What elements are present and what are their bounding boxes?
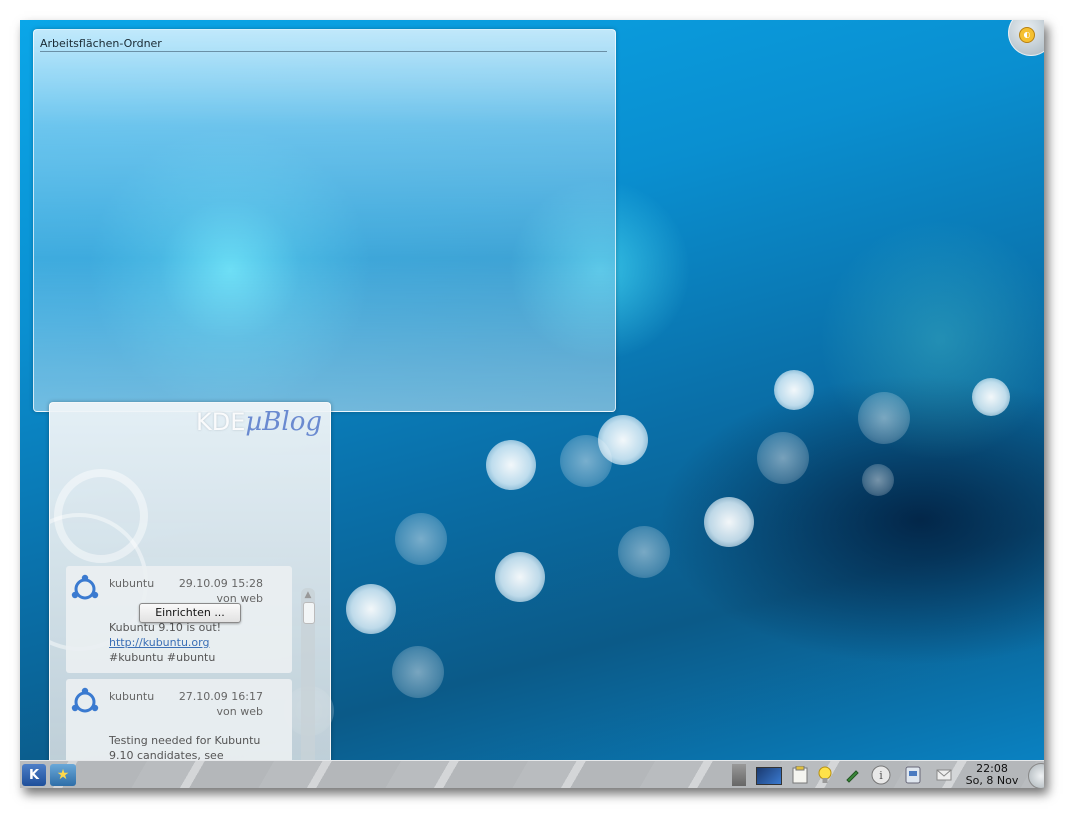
cashew-icon: ◐ <box>1019 27 1035 43</box>
bokeh-light <box>392 646 444 698</box>
svg-text:i: i <box>879 769 883 782</box>
post-text: Testing needed for Kubuntu <box>109 734 261 747</box>
post-time: 27.10.09 16:17 <box>178 690 263 703</box>
scroll-up-icon[interactable]: ▲ <box>303 590 313 600</box>
post-body: Testing needed for Kubuntu 9.10 candidat… <box>109 733 289 763</box>
mail-icon[interactable] <box>934 764 954 786</box>
kde-menu-icon[interactable]: K <box>22 764 46 786</box>
bokeh-light <box>618 526 670 578</box>
bokeh-light <box>346 584 396 634</box>
bokeh-light <box>560 435 612 487</box>
kubuntu-logo-icon <box>71 574 99 600</box>
bokeh-light <box>486 440 536 490</box>
folder-view-title: Arbeitsflächen-Ordner <box>40 37 162 50</box>
bokeh-light <box>395 513 447 565</box>
microblog-widget[interactable]: KDEµBlog kubuntu 29.10.09 15:28 von web … <box>49 402 331 788</box>
panel-toolbox-icon[interactable] <box>1028 763 1044 788</box>
desktop-icon[interactable] <box>756 767 782 785</box>
post-time: 29.10.09 15:28 <box>178 577 263 590</box>
bokeh-light <box>858 392 910 444</box>
bokeh-light <box>972 378 1010 416</box>
bokeh-light <box>774 370 814 410</box>
bokeh-light <box>495 552 545 602</box>
post-scrollbar[interactable]: ▲ <box>301 588 315 788</box>
favorites-star-icon[interactable]: ★ <box>50 764 76 786</box>
desktop-toolbox[interactable]: ◐ <box>1008 20 1044 56</box>
post-user[interactable]: kubuntu <box>109 690 154 703</box>
bokeh-light <box>704 497 754 547</box>
post-link[interactable]: http://kubuntu.org <box>109 635 289 650</box>
network-icon[interactable] <box>902 764 924 786</box>
pager-icon[interactable] <box>732 764 746 786</box>
desktop: Arbeitsflächen-Ordner ◐ KDEµBlog kubuntu… <box>20 20 1044 788</box>
folder-view-widget[interactable]: Arbeitsflächen-Ordner <box>33 29 616 412</box>
lightbulb-icon[interactable] <box>816 764 834 786</box>
post-user[interactable]: kubuntu <box>109 577 154 590</box>
taskbar-panel: K ★ i 22:08 So, 8 Nov <box>20 760 1044 788</box>
clock-date: So, 8 Nov <box>965 774 1019 787</box>
configure-button[interactable]: Einrichten ... <box>139 603 241 623</box>
post-text: #kubuntu #ubuntu <box>109 651 216 664</box>
clipboard-icon[interactable] <box>790 764 810 786</box>
title-divider <box>40 51 607 52</box>
kubuntu-logo-icon <box>71 687 99 713</box>
pin-icon[interactable] <box>842 764 862 786</box>
post-source: von web <box>216 705 263 718</box>
scroll-thumb[interactable] <box>303 602 315 624</box>
ublog-logo: KDEµBlog <box>195 407 322 437</box>
bokeh-light <box>757 432 809 484</box>
info-icon[interactable]: i <box>870 764 892 786</box>
clock[interactable]: 22:08 So, 8 Nov <box>960 763 1024 787</box>
bokeh-light <box>862 464 894 496</box>
post-body: Kubuntu 9.10 is out! http://kubuntu.org … <box>109 620 289 665</box>
